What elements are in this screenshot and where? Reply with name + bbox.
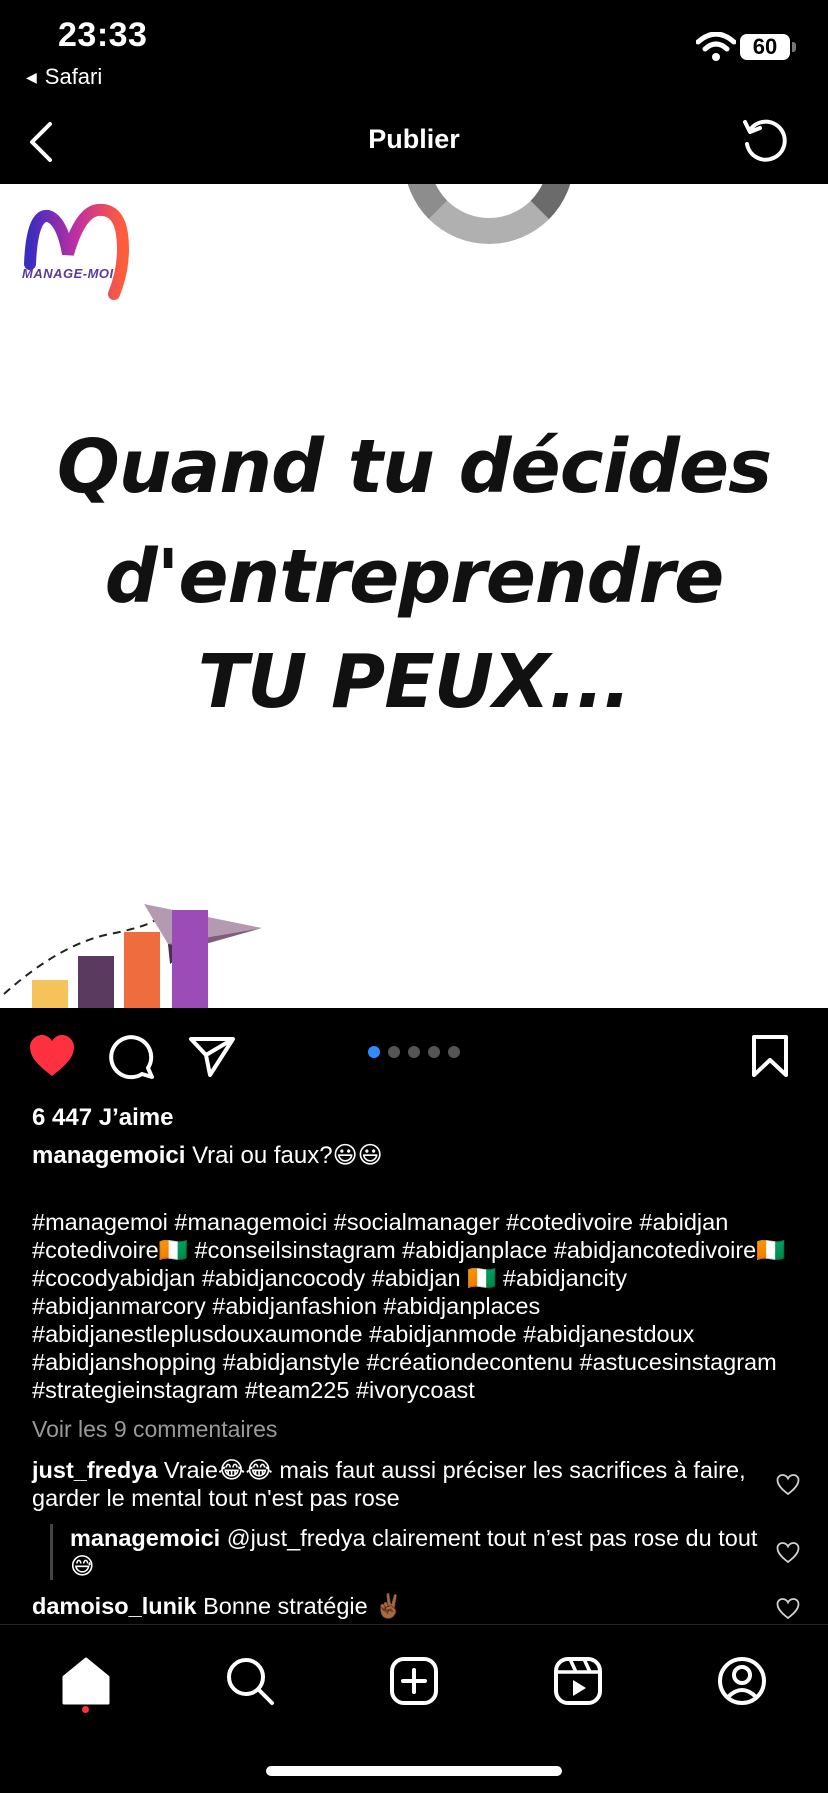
nav-header: Publier	[0, 100, 828, 184]
status-time: 23:33	[58, 16, 148, 54]
post-actions	[0, 1008, 828, 1108]
create-post-icon[interactable]	[388, 1655, 440, 1707]
comment-reply: managemoici @just_fredya clairement tout…	[70, 1524, 760, 1580]
like-heart-icon[interactable]	[28, 1034, 76, 1078]
caption-text: Vrai ou faux?😃😃	[192, 1142, 383, 1169]
headline-line-1: Quand tu décides	[56, 424, 772, 510]
comment-text: Bonne stratégie ✌🏾	[203, 1593, 404, 1619]
view-comments-link[interactable]: Voir les 9 commentaires	[32, 1416, 277, 1443]
home-notification-dot	[82, 1706, 89, 1713]
home-icon[interactable]	[60, 1655, 112, 1707]
carousel-dot	[388, 1046, 400, 1058]
caption-username[interactable]: managemoici	[32, 1142, 185, 1169]
refresh-icon[interactable]	[740, 116, 790, 166]
carousel-indicator	[368, 1046, 460, 1058]
home-indicator[interactable]	[266, 1766, 562, 1776]
growth-chart-illustration	[3, 904, 262, 1008]
carousel-dot	[408, 1046, 420, 1058]
profile-icon[interactable]	[716, 1655, 768, 1707]
comment-item: just_fredya Vraie😂😂 mais faut aussi préc…	[32, 1456, 752, 1512]
share-send-icon[interactable]	[188, 1036, 236, 1078]
post-image[interactable]: MANAGE-MOI Quand tu décides d'entreprend…	[0, 184, 828, 1008]
carousel-dot	[368, 1046, 380, 1058]
comment-like-heart-icon[interactable]	[776, 1474, 800, 1496]
carousel-dot	[448, 1046, 460, 1058]
reply-thread-line	[50, 1524, 53, 1580]
battery-cap	[792, 42, 796, 52]
comment-username[interactable]: just_fredya	[32, 1457, 157, 1483]
comment-like-heart-icon[interactable]	[776, 1542, 800, 1564]
back-app-label: Safari	[44, 64, 103, 89]
save-bookmark-icon[interactable]	[750, 1034, 790, 1078]
logo-text: MANAGE-MOI	[22, 266, 114, 281]
back-to-safari[interactable]: ◀ Safari	[26, 64, 102, 90]
decorative-donut	[404, 184, 574, 244]
search-icon[interactable]	[224, 1655, 276, 1707]
manage-moi-logo	[24, 203, 129, 300]
reels-icon[interactable]	[552, 1655, 604, 1707]
back-triangle-icon: ◀	[26, 68, 37, 85]
post-caption: managemoici Vrai ou faux?😃😃	[32, 1142, 802, 1170]
headline-line-2: d'entreprendre	[104, 534, 725, 620]
comment-like-heart-icon[interactable]	[776, 1598, 800, 1620]
status-bar: 23:33 ◀ Safari 60	[0, 0, 828, 100]
comment-username[interactable]: managemoici	[70, 1525, 220, 1551]
headline-line-3: TU PEUX...	[197, 639, 632, 725]
carousel-dot	[428, 1046, 440, 1058]
comment-item: damoiso_lunik Bonne stratégie ✌🏾	[32, 1592, 752, 1620]
battery-indicator: 60	[740, 34, 790, 60]
wifi-icon	[696, 32, 736, 61]
comment-icon[interactable]	[108, 1034, 156, 1080]
page-title: Publier	[368, 124, 460, 154]
caption-hashtags[interactable]: #managemoi #managemoici #socialmanager #…	[32, 1208, 802, 1404]
likes-count[interactable]: 6 447 J’aime	[32, 1104, 173, 1132]
comment-username[interactable]: damoiso_lunik	[32, 1593, 197, 1619]
